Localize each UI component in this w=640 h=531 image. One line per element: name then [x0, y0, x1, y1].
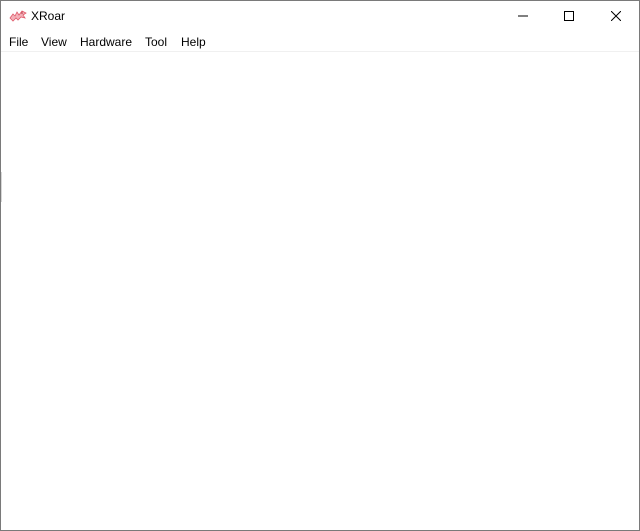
maximize-button[interactable] — [546, 1, 592, 32]
title-bar[interactable]: XRoar — [1, 1, 639, 32]
menu-hardware[interactable]: Hardware — [80, 34, 132, 51]
app-window: XRoar File View Hardware Tool Help — [0, 0, 640, 531]
minimize-button[interactable] — [500, 1, 546, 32]
menu-tool[interactable]: Tool — [145, 34, 167, 51]
window-title: XRoar — [31, 9, 66, 23]
close-button[interactable] — [593, 1, 639, 32]
window-edge-divider — [1, 172, 2, 202]
menu-view[interactable]: View — [41, 34, 67, 51]
menu-help[interactable]: Help — [181, 34, 206, 51]
close-icon — [610, 8, 622, 26]
menu-file[interactable]: File — [9, 34, 28, 51]
maximize-icon — [564, 8, 574, 26]
xroar-dragon-icon[interactable] — [9, 9, 27, 23]
emulator-display-area[interactable] — [1, 52, 639, 530]
menu-bar: File View Hardware Tool Help — [1, 32, 639, 52]
minimize-icon — [518, 8, 528, 26]
